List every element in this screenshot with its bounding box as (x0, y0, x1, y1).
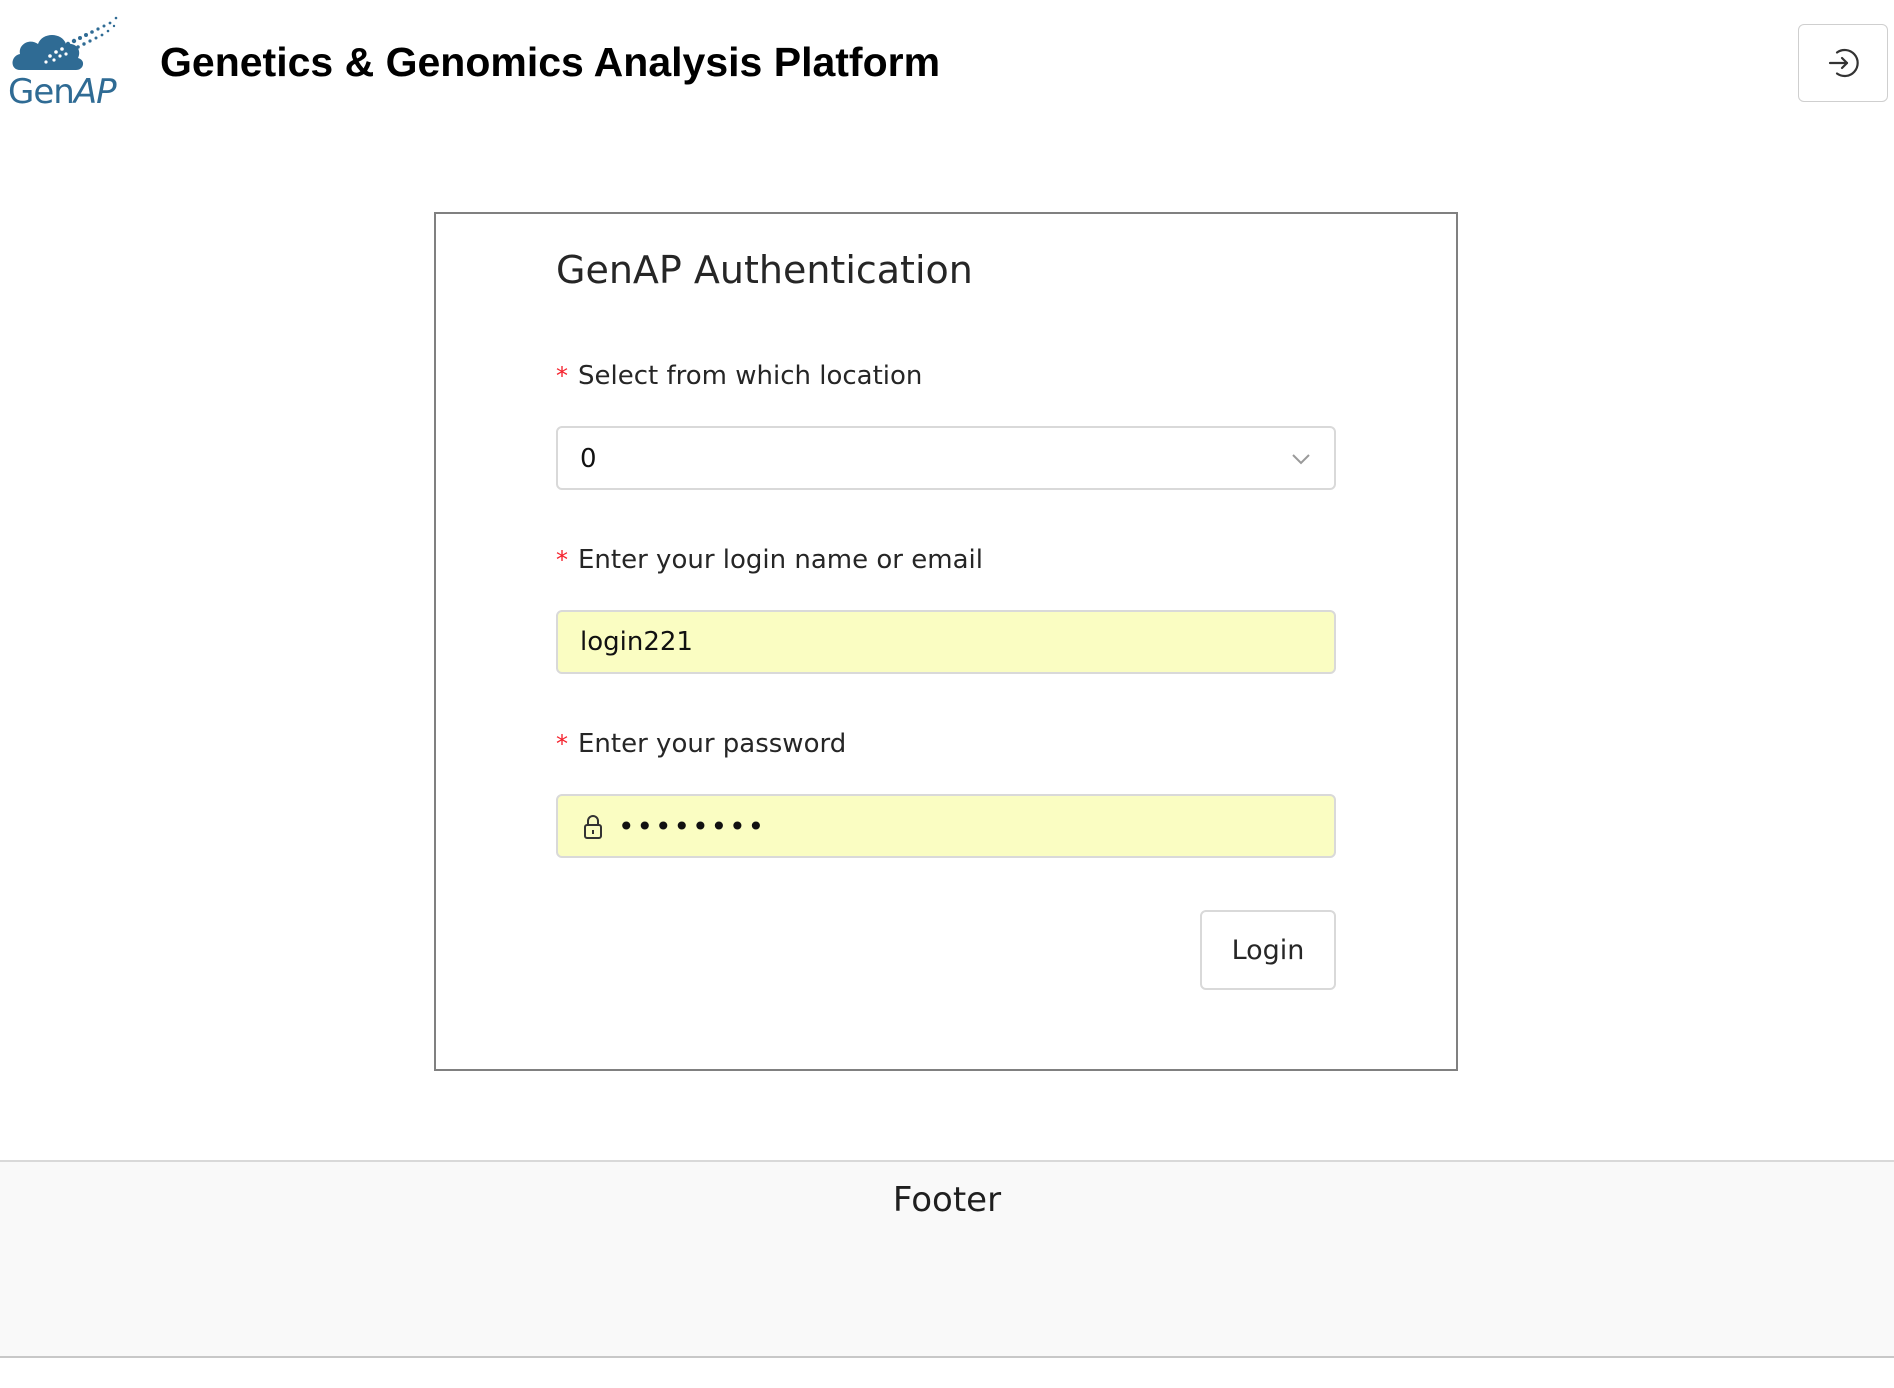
auth-title: GenAP Authentication (556, 248, 973, 292)
password-label: * Enter your password (556, 726, 846, 762)
logo-wordmark: GenAP (8, 72, 117, 112)
auth-card: GenAP Authentication * Select from which … (434, 212, 1458, 1071)
required-marker: * (556, 362, 568, 390)
login-arrow-icon (1828, 48, 1859, 78)
location-label: * Select from which location (556, 358, 922, 394)
password-label-text: Enter your password (578, 729, 847, 759)
login-name-label: * Enter your login name or email (556, 542, 983, 578)
genap-logo[interactable]: GenAP (6, 14, 122, 114)
login-name-label-text: Enter your login name or email (578, 545, 983, 575)
location-selected-value: 0 (580, 444, 597, 474)
logo-text-main: Gen (8, 72, 75, 112)
login-button[interactable]: Login (1200, 910, 1336, 990)
location-label-text: Select from which location (578, 361, 923, 391)
signin-button[interactable] (1798, 24, 1888, 102)
location-select[interactable]: 0 (556, 426, 1336, 490)
footer-text: Footer (892, 1180, 1002, 1220)
page-footer: Footer (0, 1160, 1894, 1358)
login-name-input[interactable] (556, 610, 1336, 674)
lock-icon (584, 815, 602, 839)
password-field[interactable] (556, 794, 1336, 858)
app-title: Genetics & Genomics Analysis Platform (160, 39, 941, 85)
chevron-down-icon (1292, 454, 1310, 465)
password-input[interactable] (614, 796, 1322, 856)
required-marker: * (556, 546, 568, 574)
app-header: GenAP Genetics & Genomics Analysis Platf… (0, 0, 1894, 130)
logo-text-accent: AP (73, 72, 117, 112)
required-marker: * (556, 730, 568, 758)
